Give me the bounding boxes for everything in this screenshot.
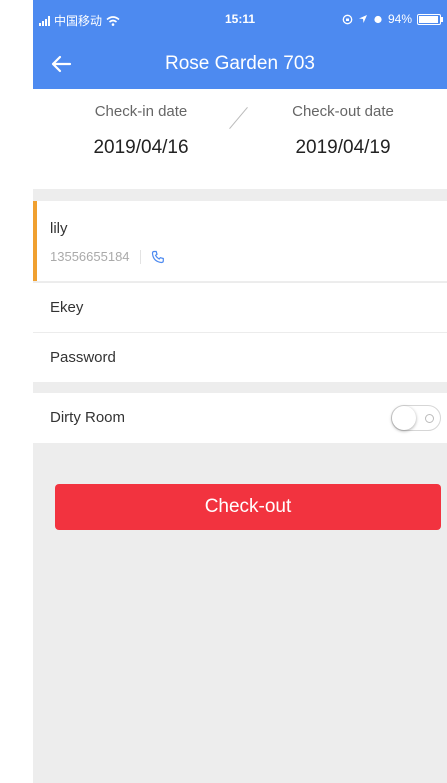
password-row[interactable]: Password — [33, 332, 447, 382]
stay-dates: Check-in date 2019/04/16 Check-out date … — [33, 89, 447, 189]
guest-phone-row: 13556655184 — [50, 249, 165, 264]
phone-icon — [151, 250, 164, 263]
toggle-off-indicator — [425, 414, 434, 423]
status-bar: 中国移动 15:11 94% — [33, 0, 447, 40]
app-screen: 中国移动 15:11 94% Rose Garden 703 Check-in … — [33, 0, 447, 783]
status-right: 94% — [342, 12, 443, 26]
dirty-room-row: Dirty Room — [33, 393, 447, 443]
ekey-row[interactable]: Ekey — [33, 282, 447, 332]
checkin-date: Check-in date 2019/04/16 — [51, 89, 231, 159]
password-label: Password — [50, 349, 116, 366]
location-icon — [358, 15, 367, 23]
guest-phone-number: 13556655184 — [50, 249, 130, 264]
header-bar: 中国移动 15:11 94% Rose Garden 703 — [33, 0, 447, 89]
checkin-date-label: Check-in date — [94, 103, 188, 120]
dirty-room-label: Dirty Room — [50, 409, 126, 426]
alarm-icon — [374, 15, 382, 24]
date-divider — [229, 106, 248, 130]
toggle-knob — [392, 406, 416, 430]
guest-card[interactable]: lily 13556655184 — [33, 201, 447, 281]
checkout-date: Check-out date 2019/04/19 — [253, 89, 433, 159]
call-button[interactable] — [151, 250, 165, 264]
battery-icon — [417, 13, 443, 25]
checkout-button[interactable]: Check-out — [55, 484, 441, 530]
phone-divider — [139, 249, 141, 264]
checkout-date-label: Check-out date — [292, 103, 394, 120]
page-title: Rose Garden 703 — [165, 53, 315, 74]
dirty-room-toggle[interactable] — [391, 405, 441, 431]
rotation-lock-icon — [342, 14, 353, 24]
battery-percent: 94% — [387, 12, 412, 26]
checkin-date-value: 2019/04/16 — [93, 137, 189, 158]
guest-name: lily — [50, 220, 68, 237]
ekey-label: Ekey — [50, 299, 84, 316]
checkout-date-value: 2019/04/19 — [295, 137, 391, 158]
nav-bar: Rose Garden 703 — [33, 40, 447, 89]
